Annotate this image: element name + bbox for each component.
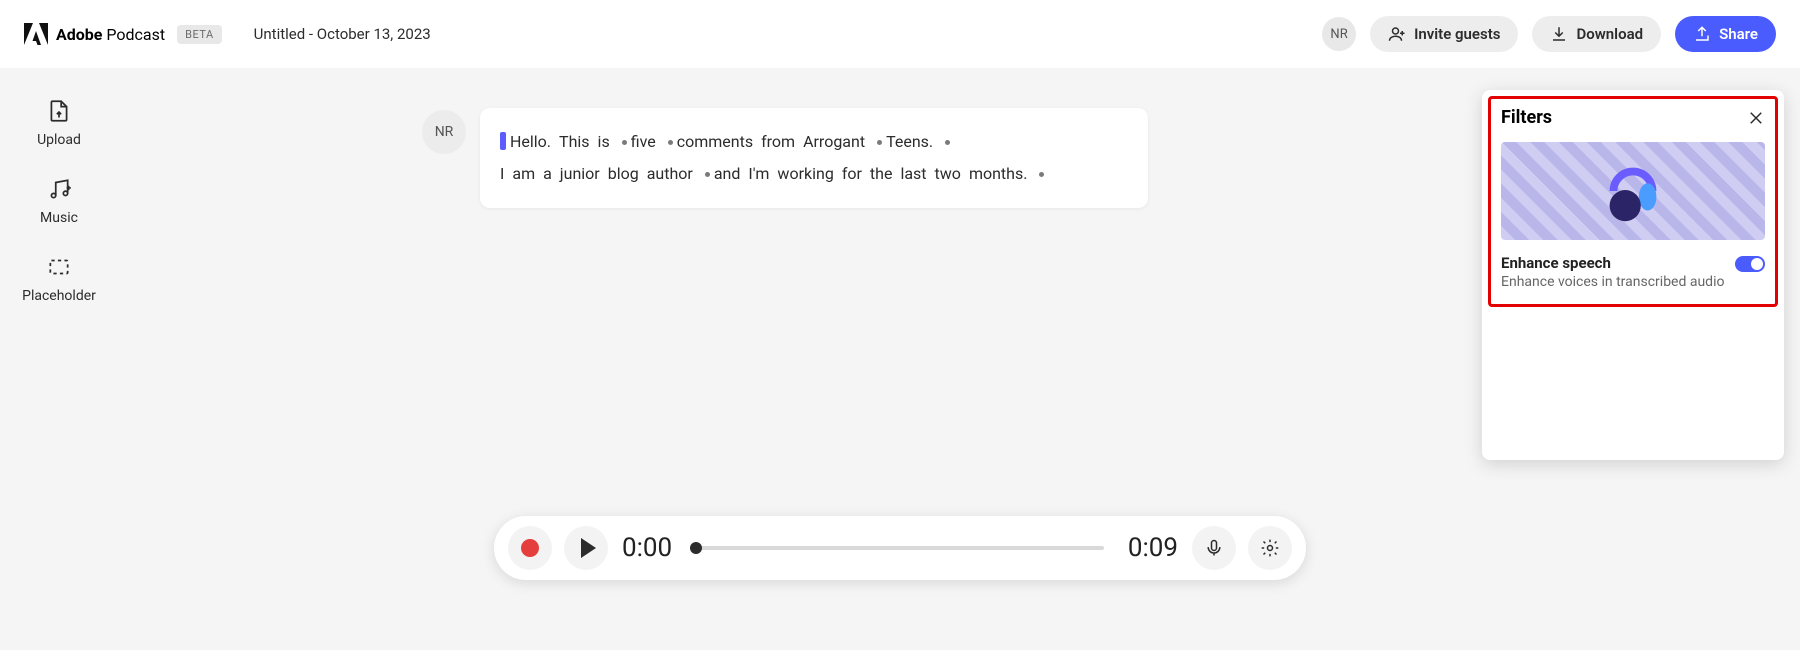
topbar-right: NR Invite guests Download Share bbox=[1322, 16, 1776, 52]
seek-track[interactable] bbox=[696, 546, 1104, 550]
transcript-word[interactable]: two bbox=[935, 158, 961, 190]
transcript-word[interactable]: This bbox=[559, 126, 590, 158]
transcript-word[interactable]: working bbox=[777, 158, 833, 190]
transcript-word[interactable]: junior bbox=[560, 158, 600, 190]
beta-badge: BETA bbox=[177, 25, 222, 44]
transcript-line-1[interactable]: Hello. Thisisfive commentsfromArrogant Teen… bbox=[500, 126, 1128, 158]
transcript-word[interactable]: for bbox=[842, 158, 862, 190]
transcript-word[interactable]: the bbox=[870, 158, 893, 190]
share-icon bbox=[1693, 25, 1711, 43]
upload-file-icon bbox=[46, 98, 72, 124]
total-time: 0:09 bbox=[1128, 533, 1178, 563]
transcript-word[interactable]: from bbox=[761, 126, 795, 158]
transcript-word[interactable]: author bbox=[647, 158, 693, 190]
transcript-word[interactable]: last bbox=[900, 158, 926, 190]
invite-guests-button[interactable]: Invite guests bbox=[1370, 16, 1518, 52]
enhance-speech-desc: Enhance voices in transcribed audio bbox=[1501, 274, 1724, 290]
transcript-word[interactable]: am bbox=[512, 158, 535, 190]
transcript-card[interactable]: Hello. Thisisfive commentsfromArrogant Teen… bbox=[480, 108, 1148, 208]
play-icon bbox=[581, 538, 596, 558]
invite-label: Invite guests bbox=[1414, 25, 1500, 43]
transcript-word[interactable]: blog bbox=[608, 158, 639, 190]
transcript-word[interactable]: Arrogant bbox=[803, 126, 865, 158]
rail-placeholder[interactable]: Placeholder bbox=[22, 254, 96, 304]
transcript-line-2[interactable]: Iamajunior blog author and I'm working forthel… bbox=[500, 158, 1128, 190]
enhance-speech-title: Enhance speech bbox=[1501, 254, 1724, 272]
placeholder-icon bbox=[46, 254, 72, 280]
record-button[interactable] bbox=[508, 526, 552, 570]
seek-handle[interactable] bbox=[690, 542, 702, 554]
transcript-word[interactable]: and bbox=[714, 158, 741, 190]
transcript-word[interactable]: is bbox=[598, 126, 610, 158]
download-label: Download bbox=[1576, 25, 1643, 43]
document-title[interactable]: Untitled - October 13, 2023 bbox=[254, 25, 431, 43]
music-icon bbox=[46, 176, 72, 202]
transcript-word[interactable]: I bbox=[500, 158, 504, 190]
rail-placeholder-label: Placeholder bbox=[22, 288, 96, 304]
share-button[interactable]: Share bbox=[1675, 16, 1776, 52]
transcript-word[interactable]: months. bbox=[969, 158, 1028, 190]
adobe-icon bbox=[24, 23, 48, 45]
close-icon[interactable] bbox=[1747, 109, 1765, 127]
adobe-logo[interactable]: Adobe Podcast bbox=[24, 23, 165, 45]
play-button[interactable] bbox=[564, 526, 608, 570]
filters-highlight-box: Filters Enhance speech Enhance voices in… bbox=[1488, 96, 1778, 307]
rail-music-label: Music bbox=[40, 210, 78, 226]
transcript-word[interactable]: a bbox=[543, 158, 552, 190]
filters-panel: Filters Enhance speech Enhance voices in… bbox=[1482, 90, 1784, 460]
transcript-word[interactable]: comments bbox=[677, 126, 753, 158]
left-rail: Upload Music Placeholder bbox=[0, 68, 118, 304]
filters-title: Filters bbox=[1501, 107, 1552, 128]
brand-text: Adobe Podcast bbox=[56, 25, 165, 44]
mic-headphones-icon bbox=[1594, 152, 1672, 230]
share-label: Share bbox=[1719, 25, 1758, 43]
transcript-word[interactable]: five bbox=[631, 126, 656, 158]
rail-upload-label: Upload bbox=[37, 132, 81, 148]
top-bar: Adobe Podcast BETA Untitled - October 13… bbox=[0, 0, 1800, 68]
gear-icon bbox=[1260, 538, 1280, 558]
speaker-avatar[interactable]: NR bbox=[422, 110, 466, 154]
mic-icon bbox=[1204, 538, 1224, 558]
enhance-speech-toggle[interactable] bbox=[1735, 256, 1765, 272]
transcript-word[interactable]: I'm bbox=[748, 158, 769, 190]
record-icon bbox=[521, 539, 539, 557]
mic-button[interactable] bbox=[1192, 526, 1236, 570]
player-bar: 0:00 0:09 bbox=[494, 516, 1306, 580]
text-cursor bbox=[500, 132, 506, 150]
rail-music[interactable]: Music bbox=[40, 176, 78, 226]
transcript-word[interactable]: Teens. bbox=[886, 126, 933, 158]
topbar-left: Adobe Podcast BETA Untitled - October 13… bbox=[24, 23, 431, 45]
enhance-speech-image bbox=[1501, 142, 1765, 240]
invite-icon bbox=[1388, 25, 1406, 43]
rail-upload[interactable]: Upload bbox=[37, 98, 81, 148]
user-avatar[interactable]: NR bbox=[1322, 17, 1356, 51]
download-button[interactable]: Download bbox=[1532, 16, 1661, 52]
current-time: 0:00 bbox=[622, 533, 672, 563]
download-icon bbox=[1550, 25, 1568, 43]
settings-button[interactable] bbox=[1248, 526, 1292, 570]
transcript-word[interactable]: Hello. bbox=[510, 126, 551, 158]
